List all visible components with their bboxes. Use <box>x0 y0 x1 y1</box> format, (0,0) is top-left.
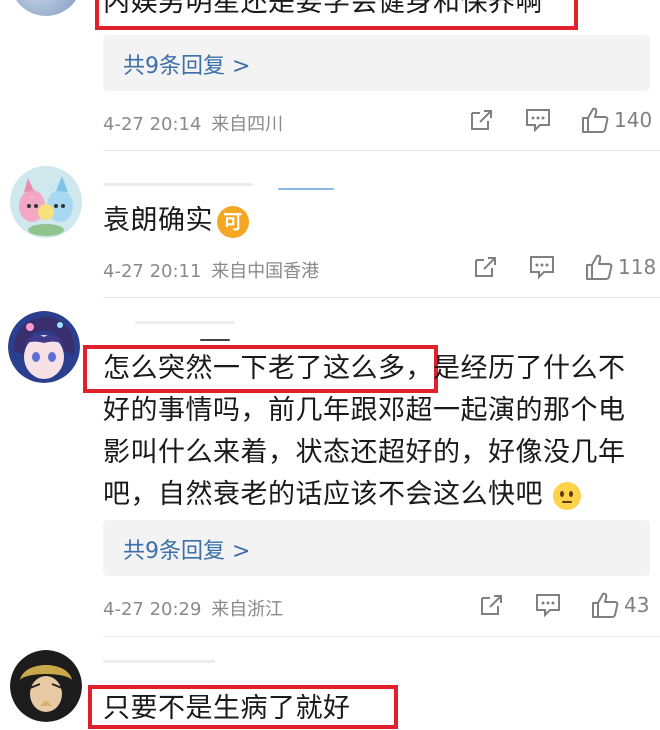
divider <box>103 150 660 151</box>
thumbs-up-icon <box>592 592 619 618</box>
comment-date: 4-27 20:14 <box>103 114 202 135</box>
comment-location: 来自四川 <box>211 114 284 135</box>
divider <box>103 636 660 637</box>
user-avatar[interactable] <box>10 0 82 16</box>
comment-text: 内娱男明星还是要学会健身和保养啊 <box>103 0 543 18</box>
thumbs-up-icon <box>586 254 613 280</box>
comment-line: 吧，自然衰老的话应该不会这么快吧 <box>103 474 653 516</box>
thinking-face-emoji <box>553 481 581 510</box>
comment-date: 4-27 20:29 <box>103 599 202 620</box>
comment-icon <box>526 109 550 133</box>
share-button[interactable] <box>472 254 500 280</box>
like-count: 140 <box>614 108 653 132</box>
user-avatar[interactable] <box>8 311 80 383</box>
username-placeholder <box>200 339 230 341</box>
avatar-illustration <box>10 166 82 238</box>
avatar-illustration <box>8 311 80 383</box>
username-placeholder <box>278 188 334 190</box>
comment-meta: 4-27 20:14 来自四川 <box>103 110 283 136</box>
share-icon <box>475 257 496 277</box>
comment-line-text: 吧，自然衰老的话应该不会这么快吧 <box>103 479 543 510</box>
like-button[interactable]: 140 <box>580 105 652 135</box>
share-button[interactable] <box>468 107 496 133</box>
comment-text: 袁朗确实可 <box>103 200 249 242</box>
username-placeholder <box>103 183 253 186</box>
like-button[interactable]: 43 <box>590 590 649 620</box>
like-button[interactable]: 118 <box>584 252 656 282</box>
comment-date: 4-27 20:11 <box>103 261 202 282</box>
comment-icon <box>530 256 554 280</box>
comment-button[interactable] <box>534 592 562 618</box>
replies-link[interactable]: 共9条回复 > <box>103 520 650 576</box>
share-icon <box>471 110 492 130</box>
comment-meta: 4-27 20:11 来自中国香港 <box>103 257 319 283</box>
emoji-badge: 可 <box>217 205 249 238</box>
comment-button[interactable] <box>524 107 552 133</box>
divider <box>103 297 660 298</box>
comment-icon <box>536 594 560 618</box>
username-placeholder <box>103 660 215 663</box>
replies-label: 共9条回复 > <box>123 539 251 564</box>
like-count: 43 <box>624 593 650 617</box>
user-avatar[interactable] <box>10 650 82 722</box>
comment-text: 只要不是生病了就好 <box>103 693 351 724</box>
comment-button[interactable] <box>528 254 556 280</box>
avatar-illustration <box>10 650 82 722</box>
thumbs-up-icon <box>582 107 609 133</box>
share-button[interactable] <box>478 592 506 618</box>
replies-link[interactable]: 共9条回复 > <box>103 35 650 91</box>
comment-location: 来自中国香港 <box>211 261 320 282</box>
share-icon <box>481 595 502 615</box>
like-count: 118 <box>618 255 657 279</box>
comment-line: 好的事情吗，前几年跟邓超一起演的那个电 <box>103 395 626 426</box>
comment-text: 怎么突然一下老了这么多，是经历了什么不 好的事情吗，前几年跟邓超一起演的那个电 … <box>103 348 653 516</box>
comment-line: 影叫什么来着，状态还超好的，好像没几年 <box>103 437 626 468</box>
comment-location: 来自浙江 <box>211 599 284 620</box>
user-avatar[interactable] <box>10 166 82 238</box>
comment-meta: 4-27 20:29 来自浙江 <box>103 595 283 621</box>
replies-label: 共9条回复 > <box>123 54 251 79</box>
username-placeholder <box>135 321 235 324</box>
comment-body: 袁朗确实 <box>103 205 213 236</box>
comment-text-rest: ，是经历了什么不 <box>405 353 626 384</box>
comment-line: 怎么突然一下老了这么多，是经历了什么不 <box>103 348 653 390</box>
highlighted-text: 怎么突然一下老了这么多 <box>103 353 406 384</box>
